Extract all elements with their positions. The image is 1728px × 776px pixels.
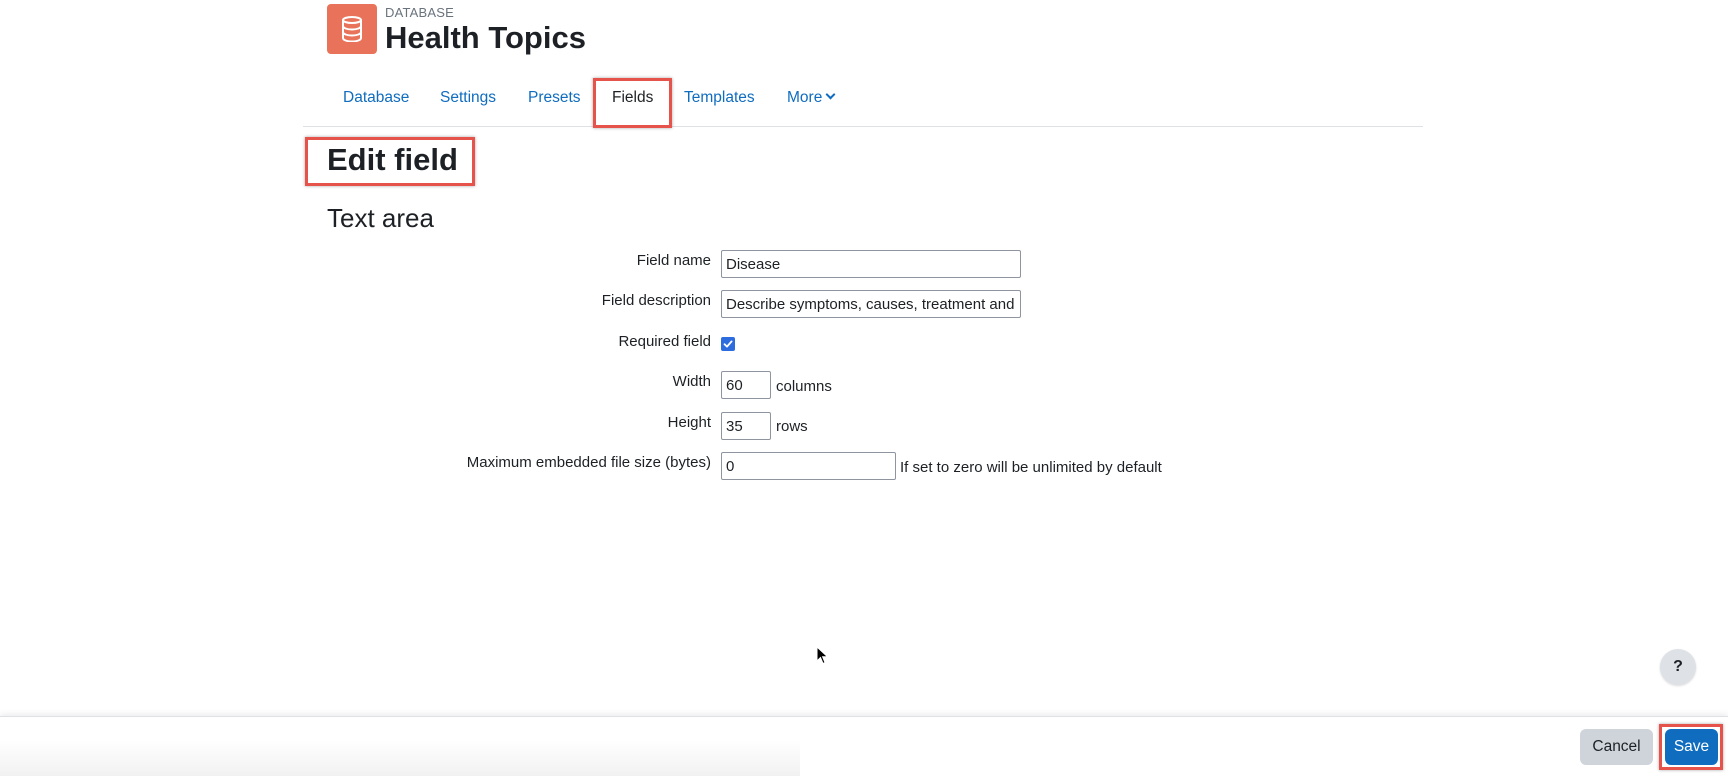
- tab-database[interactable]: Database: [343, 76, 409, 120]
- fields-tab-highlight: [593, 78, 672, 128]
- height-input[interactable]: [721, 412, 771, 440]
- tab-more[interactable]: More: [787, 76, 836, 120]
- help-button[interactable]: ?: [1660, 649, 1696, 685]
- field-description-input[interactable]: [721, 290, 1021, 318]
- field-type-heading: Text area: [327, 203, 434, 233]
- chevron-down-icon: [825, 89, 836, 100]
- tab-settings[interactable]: Settings: [440, 76, 496, 120]
- tab-more-label: More: [787, 89, 823, 106]
- database-icon: [327, 4, 377, 54]
- tab-templates[interactable]: Templates: [684, 76, 755, 120]
- save-button-highlight: [1659, 724, 1723, 770]
- page-title: Health Topics: [385, 20, 586, 55]
- height-unit: rows: [776, 418, 808, 435]
- tab-presets[interactable]: Presets: [528, 76, 581, 120]
- required-field-label: Required field: [618, 333, 711, 350]
- secondary-navigation: Database Settings Presets Fields Templat…: [303, 76, 1423, 127]
- activity-type-label: DATABASE: [385, 5, 455, 20]
- width-label: Width: [672, 373, 711, 390]
- mouse-pointer-icon: [816, 646, 829, 665]
- required-field-checkbox[interactable]: [721, 337, 735, 351]
- page: DATABASE Health Topics Database Settings…: [0, 0, 1728, 776]
- max-file-size-hint: If set to zero will be unlimited by defa…: [900, 459, 1162, 476]
- field-description-label: Field description: [601, 292, 711, 309]
- max-file-size-label: Maximum embedded file size (bytes): [466, 454, 711, 471]
- field-name-input[interactable]: [721, 250, 1021, 278]
- check-icon: [723, 340, 733, 348]
- help-icon: ?: [1673, 658, 1683, 675]
- width-unit: columns: [776, 378, 832, 395]
- edit-field-heading: Edit field: [327, 142, 458, 177]
- height-label: Height: [667, 414, 711, 431]
- max-file-size-input[interactable]: [721, 452, 896, 480]
- database-glyph: [342, 16, 362, 42]
- footer-shadow: [0, 740, 800, 776]
- width-input[interactable]: [721, 371, 771, 399]
- cancel-button[interactable]: Cancel: [1580, 729, 1653, 765]
- field-name-label: Field name: [636, 252, 711, 269]
